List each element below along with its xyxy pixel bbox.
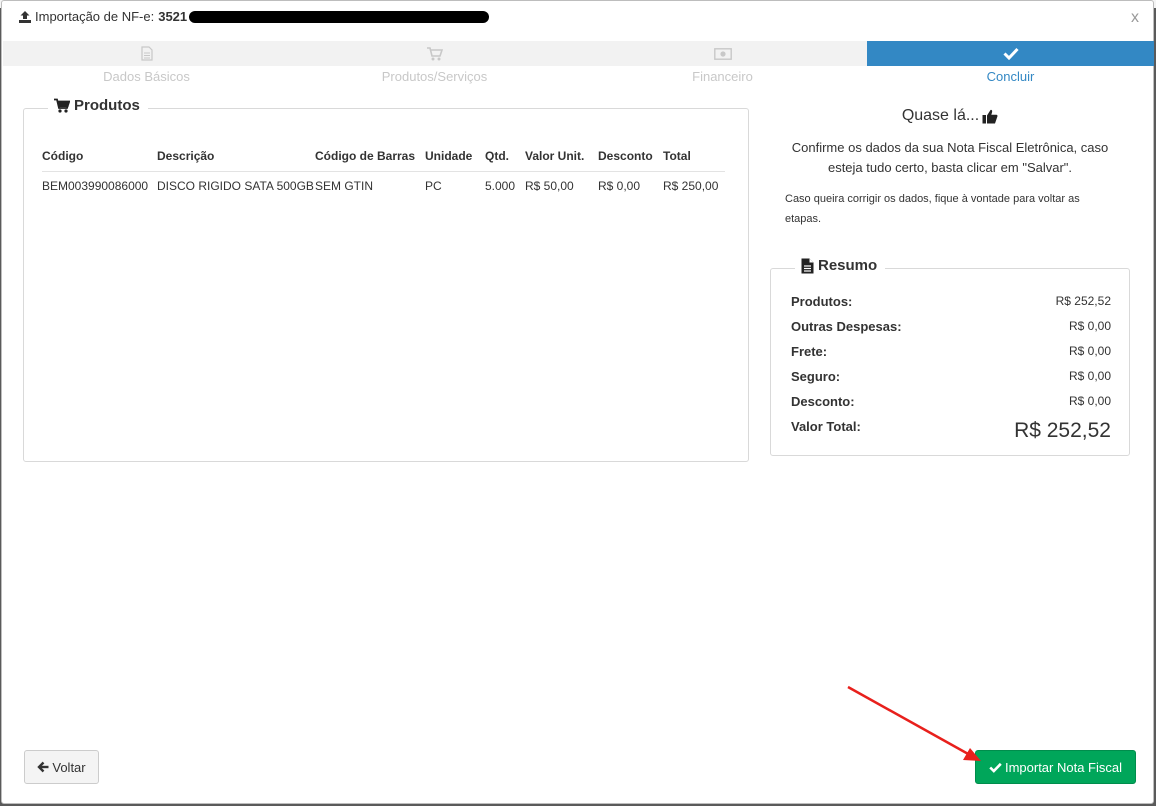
import-nfe-modal: Importação de NF-e: 3521 x Dados Básicos [1,0,1154,804]
resumo-label: Desconto: [791,394,855,409]
resumo-label: Produtos: [791,294,853,309]
step-concluir[interactable]: Concluir [867,41,1154,85]
step-label: Financeiro [692,69,753,84]
col-header: Total [663,144,725,172]
check-icon [1002,47,1019,60]
upload-icon [19,10,31,23]
table-cell: R$ 0,00 [598,179,641,194]
produtos-title: Produtos [74,97,140,114]
resumo-row-desconto: Desconto: R$ 0,00 [791,394,1111,409]
col-header: Código [42,144,157,172]
document-icon [801,258,814,273]
cart-icon [426,46,443,60]
col-header: Descrição [157,144,315,172]
resumo-label: Outras Despesas: [791,319,902,334]
produtos-table: Código Descrição Código de Barras Unidad… [42,144,725,201]
table-cell: SEM GTIN [315,179,374,194]
produtos-panel: Produtos Código Descrição Código de Barr… [23,97,749,462]
resumo-row-outras-despesas: Outras Despesas: R$ 0,00 [791,319,1111,334]
step-label: Dados Básicos [103,69,190,84]
modal-header: Importação de NF-e: 3521 x [2,1,1153,35]
correction-note: Caso queira corrigir os dados, fique à v… [785,193,1080,225]
confirm-text: Confirme os dados da sua Nota Fiscal Ele… [791,140,1109,175]
resumo-row-total: Valor Total: R$ 252,52 [791,419,1111,443]
money-icon [713,47,732,60]
produtos-legend: Produtos [48,97,148,114]
file-icon [140,46,153,61]
table-cell: BEM003990086000 [42,179,149,194]
total-label: Valor Total: [791,419,861,434]
nf-number: 3521 [158,9,188,24]
resumo-legend: Resumo [795,257,886,274]
col-header: Unidade [425,144,485,172]
table-cell: R$ 250,00 [663,179,719,194]
resumo-value: R$ 0,00 [1068,344,1111,358]
resumo-value: R$ 0,00 [1068,319,1111,333]
step-label: Concluir [986,69,1035,84]
total-value: R$ 252,52 [1014,419,1111,442]
resumo-title: Resumo [818,257,878,274]
thumbs-up-icon [982,109,998,123]
redacted-nf-number [189,10,490,23]
modal-title-text: Importação de NF-e: [35,9,155,24]
conclusion-heading: Quase lá... [770,107,1130,125]
wizard-steps: Dados Básicos Produtos/Serviços Financei… [3,41,1154,85]
importar-nota-fiscal-button[interactable]: Importar Nota Fiscal [975,750,1136,784]
close-button[interactable]: x [1131,9,1139,27]
resumo-value: R$ 252,52 [1055,294,1111,308]
col-header: Desconto [598,144,663,172]
step-financeiro[interactable]: Financeiro [579,41,866,85]
col-header: Qtd. [485,144,525,172]
resumo-row-seguro: Seguro: R$ 0,00 [791,369,1111,384]
resumo-row-produtos: Produtos: R$ 252,52 [791,294,1111,309]
step-produtos-servicos[interactable]: Produtos/Serviços [291,41,578,85]
resumo-label: Frete: [791,344,828,359]
step-dados-basicos[interactable]: Dados Básicos [3,41,290,85]
cart-icon [54,98,70,113]
table-row: BEM003990086000 DISCO RIGIDO SATA 500GB … [42,171,725,201]
table-header-row: Código Descrição Código de Barras Unidad… [42,144,725,172]
table-cell: R$ 50,00 [525,179,574,194]
conclusion-heading-text: Quase lá... [901,107,980,124]
table-cell: PC [425,179,442,194]
step-label: Produtos/Serviços [381,69,488,84]
col-header: Código de Barras [315,144,425,172]
table-cell: 5.000 [485,179,516,194]
resumo-panel: Resumo Produtos: R$ 252,52 Outras Despes… [770,257,1130,456]
voltar-button[interactable]: Voltar [24,750,99,784]
check-icon [989,762,1002,773]
resumo-value: R$ 0,00 [1068,394,1111,408]
modal-title: Importação de NF-e: 3521 [18,9,490,24]
arrow-left-icon [37,761,49,773]
col-header: Valor Unit. [525,144,598,172]
resumo-label: Seguro: [791,369,841,384]
resumo-row-frete: Frete: R$ 0,00 [791,344,1111,359]
resumo-value: R$ 0,00 [1068,369,1111,383]
table-cell: DISCO RIGIDO SATA 500GB [157,179,314,194]
importar-label: Importar Nota Fiscal [1004,759,1123,775]
voltar-label: Voltar [52,759,86,775]
